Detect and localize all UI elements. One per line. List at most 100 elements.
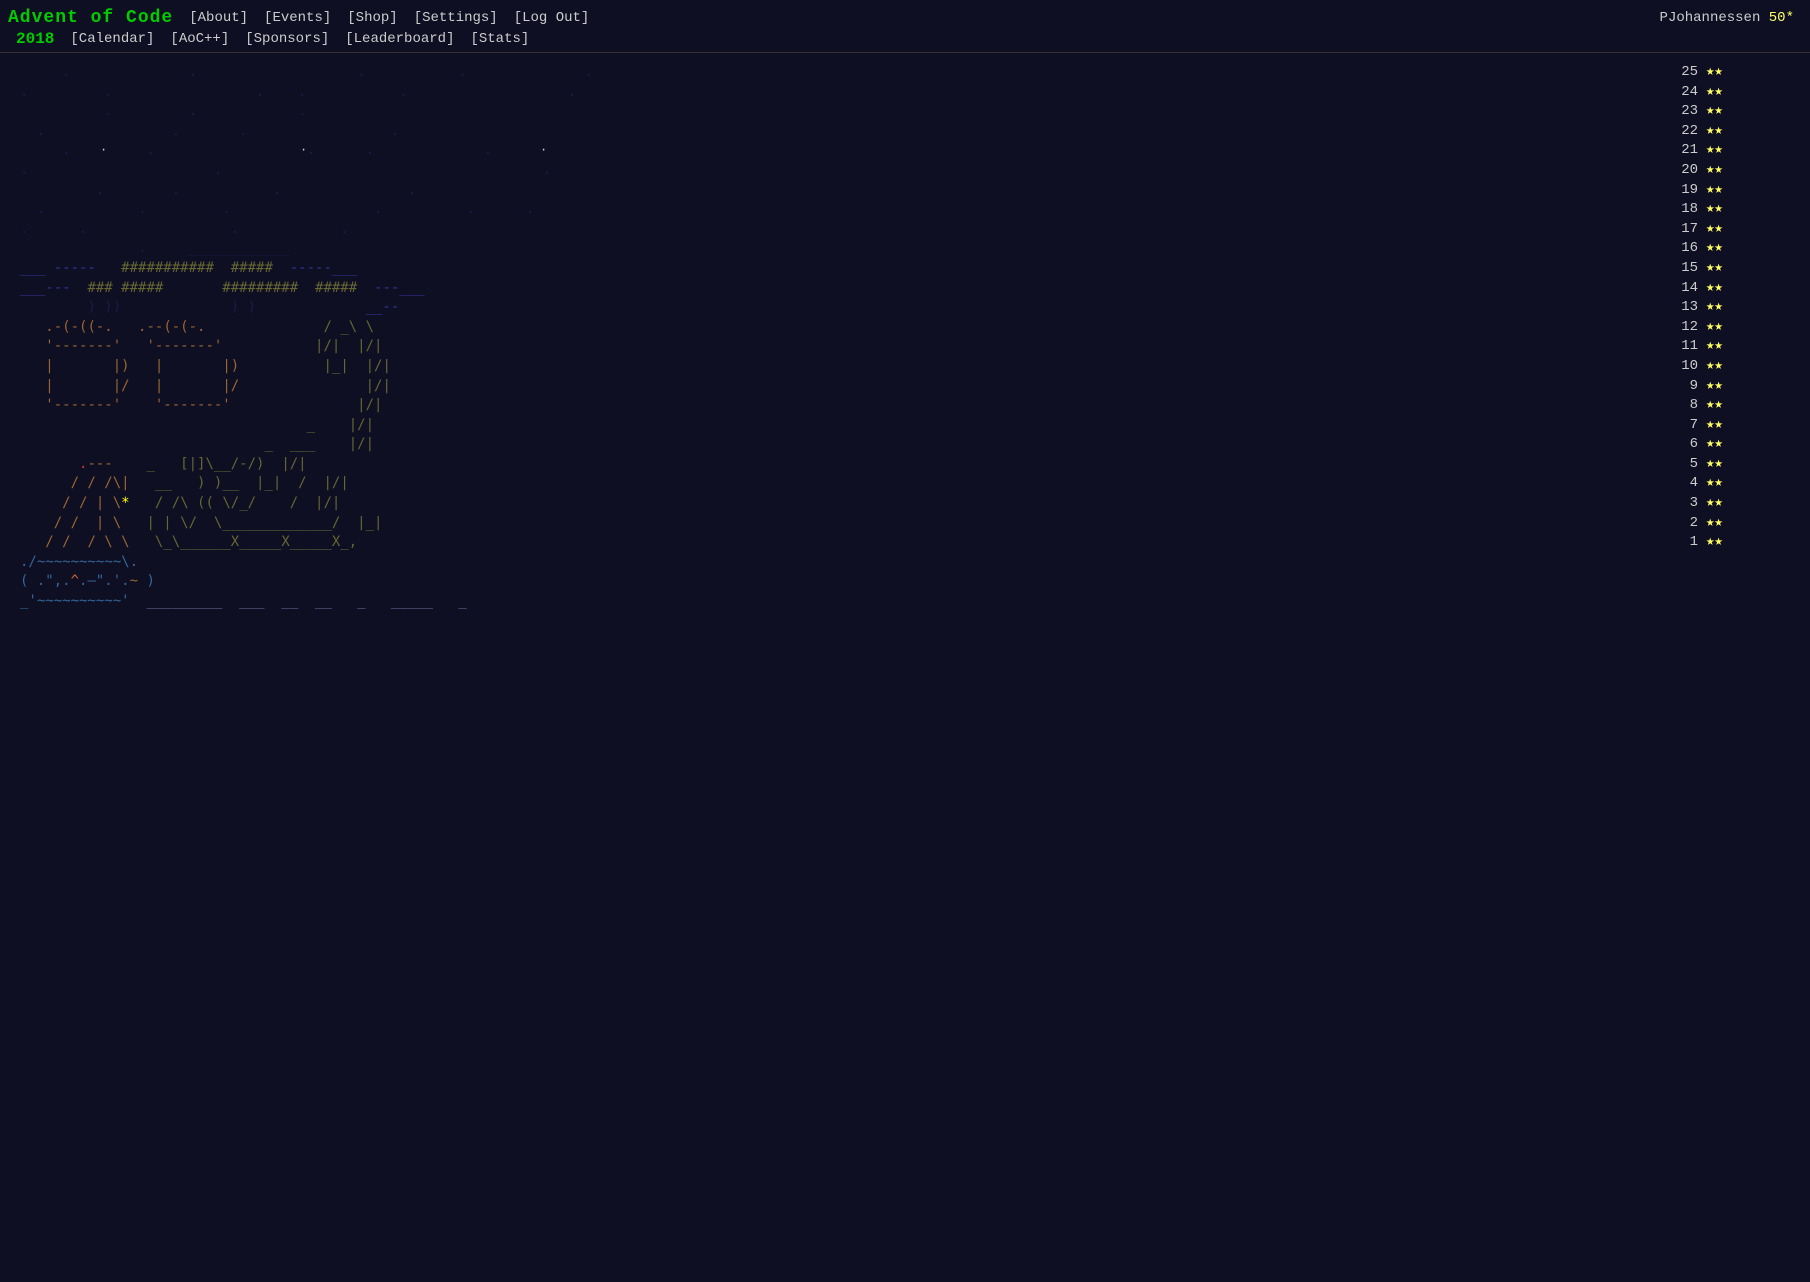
day-row[interactable]: 19 ★★ [1670, 181, 1810, 201]
nav-sponsors[interactable]: [Sponsors] [245, 31, 329, 47]
day-row[interactable]: 13 ★★ [1670, 298, 1810, 318]
day-row[interactable]: 2 ★★ [1670, 514, 1810, 534]
header-row1: Advent of Code [About] [Events] [Shop] [… [8, 8, 1810, 28]
day-number: 24 [1670, 83, 1698, 103]
nav-aocpp[interactable]: [AoC++] [170, 31, 229, 47]
day-row[interactable]: 17 ★★ [1670, 220, 1810, 240]
day-number: 14 [1670, 279, 1698, 299]
day-stars: ★★ [1706, 161, 1723, 181]
user-stars: 50* [1769, 10, 1794, 26]
year-label[interactable]: 2018 [16, 30, 54, 48]
day-number: 21 [1670, 141, 1698, 161]
day-stars: ★★ [1706, 533, 1723, 553]
day-stars: ★★ [1706, 337, 1723, 357]
day-stars: ★★ [1706, 63, 1723, 83]
calendar-ascii: . . . . . . . . . . . . . . . . . [20, 63, 1650, 612]
day-row[interactable]: 14 ★★ [1670, 279, 1810, 299]
nav-calendar[interactable]: [Calendar] [70, 31, 154, 47]
site-header: Advent of Code [About] [Events] [Shop] [… [0, 0, 1810, 53]
day-stars: ★★ [1706, 514, 1723, 534]
username: PJohannessen [1660, 10, 1761, 26]
day-row[interactable]: 5 ★★ [1670, 455, 1810, 475]
day-stars: ★★ [1706, 474, 1723, 494]
day-number: 13 [1670, 298, 1698, 318]
day-stars: ★★ [1706, 83, 1723, 103]
day-number: 17 [1670, 220, 1698, 240]
day-row[interactable]: 6 ★★ [1670, 435, 1810, 455]
day-number: 3 [1670, 494, 1698, 514]
day-row[interactable]: 24 ★★ [1670, 83, 1810, 103]
day-number: 5 [1670, 455, 1698, 475]
nav-stats[interactable]: [Stats] [470, 31, 529, 47]
ascii-background: . . . . . . . . . . . . . . . . . [20, 63, 1650, 612]
day-row[interactable]: 12 ★★ [1670, 318, 1810, 338]
day-number: 8 [1670, 396, 1698, 416]
day-number: 19 [1670, 181, 1698, 201]
day-number: 23 [1670, 102, 1698, 122]
day-number: 11 [1670, 337, 1698, 357]
star-decoration3: · [540, 143, 547, 157]
day-row[interactable]: 16 ★★ [1670, 239, 1810, 259]
user-info: PJohannessen 50* [1660, 10, 1810, 26]
day-row[interactable]: 22 ★★ [1670, 122, 1810, 142]
day-stars: ★★ [1706, 279, 1723, 299]
day-stars: ★★ [1706, 318, 1723, 338]
day-row[interactable]: 1 ★★ [1670, 533, 1810, 553]
site-title[interactable]: Advent of Code [8, 8, 173, 28]
day-row[interactable]: 3 ★★ [1670, 494, 1810, 514]
day-stars: ★★ [1706, 377, 1723, 397]
nav-leaderboard[interactable]: [Leaderboard] [345, 31, 454, 47]
day-row[interactable]: 18 ★★ [1670, 200, 1810, 220]
day-number: 6 [1670, 435, 1698, 455]
main-content: . . . . . . . . . . . . . . . . . [0, 53, 1810, 622]
day-number: 15 [1670, 259, 1698, 279]
day-number: 16 [1670, 239, 1698, 259]
nav-settings[interactable]: [Settings] [414, 10, 498, 26]
day-row[interactable]: 25 ★★ [1670, 63, 1810, 83]
day-row[interactable]: 11 ★★ [1670, 337, 1810, 357]
day-number: 12 [1670, 318, 1698, 338]
nav-events[interactable]: [Events] [264, 10, 331, 26]
calendar-area: . . . . . . . . . . . . . . . . . [20, 63, 1810, 612]
day-stars: ★★ [1706, 200, 1723, 220]
day-row[interactable]: 21 ★★ [1670, 141, 1810, 161]
day-number: 25 [1670, 63, 1698, 83]
star-decoration: · [100, 143, 107, 157]
star-decoration2: · [300, 143, 307, 157]
day-stars: ★★ [1706, 102, 1723, 122]
day-stars: ★★ [1706, 259, 1723, 279]
day-stars: ★★ [1706, 396, 1723, 416]
day-number: 22 [1670, 122, 1698, 142]
day-row[interactable]: 8 ★★ [1670, 396, 1810, 416]
day-stars: ★★ [1706, 122, 1723, 142]
day-row[interactable]: 4★★ [1670, 474, 1810, 494]
day-row[interactable]: 15 ★★ [1670, 259, 1810, 279]
day-stars: ★★ [1706, 435, 1723, 455]
day-row[interactable]: 10 ★★ [1670, 357, 1810, 377]
day-stars: ★★ [1706, 239, 1723, 259]
day-stars: ★★ [1706, 416, 1723, 436]
day-row[interactable]: 9 ★★ [1670, 377, 1810, 397]
day-number: 18 [1670, 200, 1698, 220]
day-number: 1 [1670, 533, 1698, 553]
day-stars: ★★ [1706, 455, 1723, 475]
day-list: 25★★24★★23★★22★★21★★20★★19★★18★★17★★16★★… [1650, 63, 1810, 612]
day-stars: ★★ [1706, 357, 1723, 377]
day-row[interactable]: 7 ★★ [1670, 416, 1810, 436]
day-number: 2 [1670, 514, 1698, 534]
day-stars: ★★ [1706, 181, 1723, 201]
header-row2: 2018 [Calendar] [AoC++] [Sponsors] [Lead… [8, 30, 1810, 48]
day-row[interactable]: 20 ★★ [1670, 161, 1810, 181]
day-stars: ★★ [1706, 298, 1723, 318]
nav-logout[interactable]: [Log Out] [514, 10, 590, 26]
day-stars: ★★ [1706, 494, 1723, 514]
day-stars: ★★ [1706, 141, 1723, 161]
nav-shop[interactable]: [Shop] [347, 10, 397, 26]
day-number: 10 [1670, 357, 1698, 377]
day-row[interactable]: 23 ★★ [1670, 102, 1810, 122]
nav-about[interactable]: [About] [189, 10, 248, 26]
day-stars: ★★ [1706, 220, 1723, 240]
day-number: 7 [1670, 416, 1698, 436]
day-number: 9 [1670, 377, 1698, 397]
day-number: 20 [1670, 161, 1698, 181]
